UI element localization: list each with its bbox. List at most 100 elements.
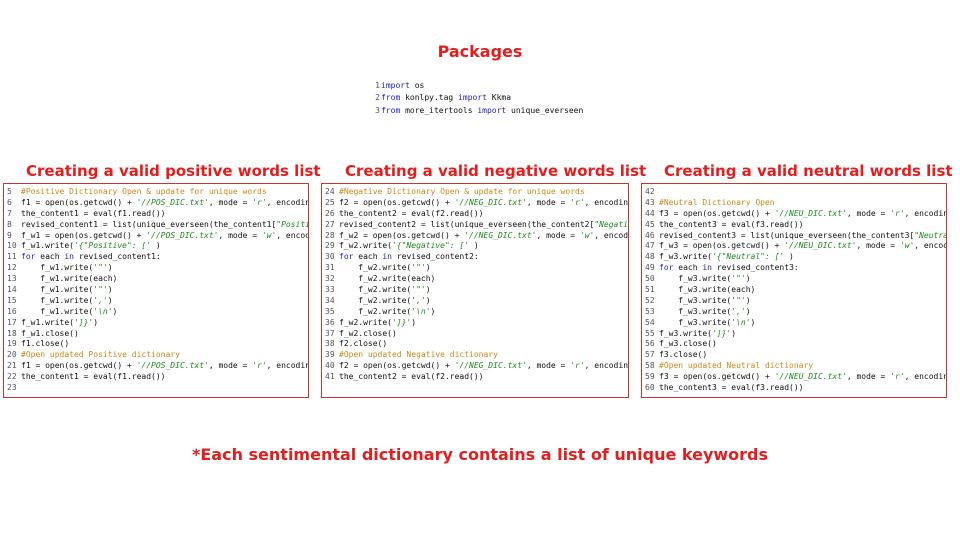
code-string: '//POS_DIC.txt': [136, 197, 209, 207]
code-line: 33 f_w2.write('"'): [325, 285, 628, 296]
code-string: '"': [93, 263, 108, 273]
code-text: ): [425, 263, 431, 273]
code-line: 22 the_content1 = eval(f1.read()): [7, 372, 308, 383]
line-number: 31: [325, 263, 335, 273]
line-number: 47: [645, 241, 655, 251]
line-number: 2: [375, 93, 380, 103]
code-text: , mode =: [856, 241, 900, 251]
line-number: 11: [7, 252, 17, 262]
code-string: '//POS_DIC.txt': [136, 361, 209, 371]
code-line: 9 f_w1 = open(os.getcwd() + '//POS_DIC.tx…: [7, 231, 308, 242]
code-line: 39 #Open updated Negative dictionary: [325, 350, 628, 361]
code-line: 52 f_w3.write('"'): [645, 296, 946, 307]
code-string: '//NEG_DIC.txt': [454, 361, 527, 371]
line-number: 51: [645, 285, 655, 295]
code-line: 53 f_w3.write(','): [645, 307, 946, 318]
line-number: 45: [645, 219, 655, 229]
line-number: 37: [325, 328, 335, 338]
code-keyword: for: [21, 252, 36, 262]
line-number: 5: [7, 187, 12, 196]
line-number: 26: [325, 208, 335, 218]
code-line: 37 f_w2.close(): [325, 329, 628, 340]
code-text: ): [411, 317, 417, 327]
code-text: f_w1.write(: [21, 317, 74, 327]
code-text: f_w2.write(: [339, 295, 412, 305]
code-text: f_w1.write(: [21, 263, 94, 273]
code-text: , mode =: [526, 361, 571, 371]
code-text: f_w1.write(: [21, 295, 94, 305]
code-text: , mode =: [526, 197, 571, 207]
code-text: f_w1.write(: [21, 306, 94, 316]
positive-code-panel: 5 #Positive Dictionary Open & update for …: [3, 183, 309, 398]
code-string: '"': [411, 285, 426, 295]
code-line: 27 revised_content2 = list(unique_eversee…: [325, 220, 628, 231]
code-text: f_w3.write(each): [659, 285, 756, 295]
line-number: 3: [375, 105, 380, 115]
code-keyword: in: [64, 252, 74, 262]
code-text: , encoding =: [584, 197, 629, 207]
code-comment: #Positive Dictionary Open & update for u…: [21, 187, 267, 196]
code-text: f3 = open(os.getcwd() +: [659, 372, 775, 382]
line-number: 25: [325, 197, 335, 207]
line-number: 21: [7, 361, 17, 371]
code-line: 6 f1 = open(os.getcwd() + '//POS_DIC.txt'…: [7, 198, 308, 209]
line-number: 19: [7, 339, 17, 349]
code-text: , mode =: [846, 208, 891, 218]
code-text: ): [93, 317, 99, 327]
code-string: "Positive": [276, 219, 308, 229]
code-line: 43 #Neutral Dictionary Open: [645, 198, 946, 209]
packages-title: Packages: [437, 42, 523, 61]
code-line: 56 f_w3.close(): [645, 339, 946, 350]
code-text: the_content2 = eval(f2.read()): [339, 372, 484, 382]
code-text: the_content2 = eval(f2.read()): [339, 208, 484, 218]
line-number: 55: [645, 328, 655, 338]
code-comment: #Open updated Positive dictionary: [21, 350, 180, 360]
line-number: 14: [7, 285, 17, 295]
code-string: '"': [93, 285, 108, 295]
code-text: more_itertools: [400, 105, 478, 115]
line-number: 32: [325, 274, 335, 284]
code-line: 49 for each in revised_content3:: [645, 263, 946, 274]
line-number: 1: [375, 81, 380, 90]
code-text: f2 = open(os.getcwd() +: [339, 361, 455, 371]
code-line: 47 f_w3 = open(os.getcwd() + '//NEU_DIC.t…: [645, 241, 946, 252]
code-text: ): [731, 328, 737, 338]
code-text: ): [112, 306, 118, 316]
line-number: 50: [645, 274, 655, 284]
code-text: os: [409, 81, 425, 90]
code-string: 'w': [261, 230, 277, 240]
code-string: '{"Positive": [': [73, 241, 152, 251]
line-number: 59: [645, 372, 655, 382]
code-text: f_w2.write(: [339, 285, 412, 295]
line-number: 33: [325, 285, 335, 295]
line-number: 16: [7, 306, 17, 316]
code-line: 44 f3 = open(os.getcwd() + '//NEU_DIC.txt…: [645, 209, 946, 220]
line-number: 40: [325, 361, 335, 371]
code-text: , encoding =: [276, 230, 308, 240]
code-text: f_w1.write(: [21, 285, 94, 295]
code-keyword: in: [702, 263, 712, 273]
code-text: f_w2.write(: [339, 317, 392, 327]
code-line: 5 #Positive Dictionary Open & update for …: [7, 187, 308, 198]
code-comment: #Open updated Negative dictionary: [339, 350, 498, 360]
line-number: 10: [7, 241, 17, 251]
code-line: 26 the_content2 = eval(f2.read()): [325, 209, 628, 220]
code-string: '"': [731, 274, 746, 284]
code-text: f_w1.write(: [21, 241, 74, 251]
code-text: f_w1.close(): [21, 328, 79, 338]
code-keyword: import: [458, 93, 487, 103]
code-string: ']}': [391, 317, 412, 327]
code-text: , mode =: [218, 230, 262, 240]
line-number: 36: [325, 317, 335, 327]
code-line: 20 #Open updated Positive dictionary: [7, 350, 308, 361]
negative-list-title: Creating a valid negative words list: [345, 162, 647, 180]
code-text: the_content1 = eval(f1.read()): [21, 208, 166, 218]
code-string: '//NEG_DIC.txt': [454, 197, 527, 207]
code-comment: #Negative Dictionary Open & update for u…: [339, 187, 585, 196]
code-string: '\n': [93, 306, 113, 316]
code-text: f_w3.write(: [659, 295, 732, 305]
code-string: 'r': [252, 361, 267, 371]
code-string: '//NEU_DIC.txt': [774, 208, 847, 218]
code-line: 59 f3 = open(os.getcwd() + '//NEU_DIC.txt…: [645, 372, 946, 383]
code-line: 23: [7, 383, 308, 394]
